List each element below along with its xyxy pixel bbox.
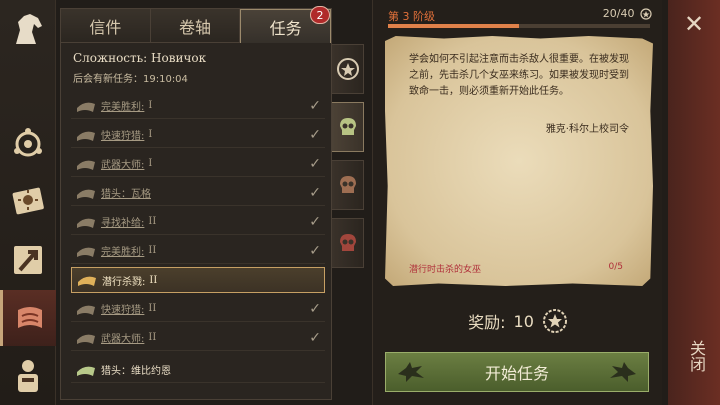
check-icon: ✓	[309, 242, 321, 259]
check-icon: ✓	[309, 329, 321, 346]
notification-badge: 2	[310, 6, 331, 24]
scroll-icon[interactable]	[0, 290, 56, 346]
scroll-icon	[77, 160, 95, 170]
check-icon: ✓	[309, 97, 321, 114]
stage-progress-bar	[388, 24, 650, 28]
quest-name: 快速狩猎:	[101, 131, 145, 142]
difficulty-label: Сложность: Новичок	[73, 51, 207, 65]
quest-name: 快速狩猎:	[101, 305, 145, 316]
briefing-parchment: 学会如何不引起注意而击杀敌人很重要。在被发现之前，先击杀几个女巫来练习。如果被发…	[385, 36, 653, 286]
scroll-icon	[77, 366, 95, 376]
left-sidebar	[0, 0, 56, 405]
check-icon: ✓	[309, 300, 321, 317]
quest-row[interactable]: 快速狩猎: I ✓	[71, 122, 325, 148]
close-icon[interactable]: ✕	[680, 10, 708, 38]
quest-name: 猎头：维比约恩	[101, 366, 171, 377]
tab-quests-label: 任务	[269, 18, 302, 38]
quest-row[interactable]: 寻找补给: II ✓	[71, 209, 325, 235]
tab-scrolls[interactable]: 卷轴	[150, 9, 241, 43]
start-quest-label: 开始任务	[484, 364, 549, 383]
quest-tier: I	[148, 100, 153, 111]
quest-tier: II	[148, 245, 157, 256]
quest-row[interactable]: 完美胜利: I ✓	[71, 93, 325, 119]
tab-letters[interactable]: 信件	[61, 9, 151, 43]
briefing-signature: 雅克·科尔上校司令	[545, 124, 629, 135]
stage-progress-fill	[388, 24, 519, 28]
horse-head-icon[interactable]	[4, 6, 52, 54]
quest-row[interactable]: 武器大师: II ✓	[71, 325, 325, 351]
scroll-icon	[77, 131, 95, 141]
check-icon: ✓	[309, 155, 321, 172]
raven-icon	[398, 362, 424, 382]
scroll-icon	[77, 334, 95, 344]
close-button[interactable]: 关闭	[684, 340, 708, 372]
quest-tier: I	[148, 129, 153, 140]
start-quest-button[interactable]: 开始任务	[385, 352, 649, 392]
scroll-icon	[77, 305, 95, 315]
star-badge-icon[interactable]	[332, 44, 364, 94]
check-icon: ✓	[309, 184, 321, 201]
quest-name: 武器大师:	[101, 334, 145, 345]
sun-book-icon[interactable]	[4, 176, 52, 224]
stage-label: 第 3 阶级	[388, 10, 435, 23]
quest-row[interactable]: 猎头：维比约恩	[71, 357, 325, 383]
skull-green-icon[interactable]	[332, 102, 364, 152]
check-icon: ✓	[309, 126, 321, 143]
map-arrow-icon[interactable]	[4, 236, 52, 284]
quest-row[interactable]: 猎头：瓦格 ✓	[71, 180, 325, 206]
reward-row: 奖励: 10	[373, 298, 663, 344]
quest-list-panel: 信件 卷轴 任务 2 Сложность: Новичок 后会有新任务：19:…	[60, 6, 332, 400]
panel-tabs: 信件 卷轴 任务 2	[61, 6, 332, 43]
quest-tier: II	[148, 303, 157, 314]
quest-tier: II	[148, 332, 157, 343]
quest-name: 寻找补给:	[101, 218, 145, 229]
stage-count: 20/40	[603, 7, 652, 20]
quest-row-selected[interactable]: 潜行杀戮: II	[71, 267, 325, 293]
scroll-icon	[78, 276, 96, 286]
reward-star-icon	[542, 309, 567, 333]
quest-tier: II	[148, 216, 157, 227]
quest-name: 完美胜利:	[101, 102, 145, 113]
quest-tier: I	[148, 158, 153, 169]
quest-name: 猎头：瓦格	[101, 189, 151, 200]
quest-name: 潜行杀戮:	[102, 276, 146, 288]
quest-tier: II	[149, 274, 158, 286]
character-icon[interactable]	[4, 352, 52, 400]
reward-value: 10	[513, 311, 534, 331]
quest-row[interactable]: 完美胜利: II ✓	[71, 238, 325, 264]
next-quest-timer: 后会有新任务：19:10:04	[73, 74, 188, 85]
scroll-icon	[77, 102, 95, 112]
close-strip: ✕ 关闭	[668, 0, 720, 405]
objective-text: 潜行时击杀的女巫	[409, 265, 482, 275]
star-coin-icon	[640, 8, 652, 20]
tab-quests[interactable]: 任务 2	[240, 6, 332, 43]
quest-detail-panel: 第 3 阶级 20/40 学会如何不引起注意而击杀敌人很重要。在被发现之前，先击…	[372, 0, 662, 405]
faction-emblem-icon[interactable]	[4, 120, 52, 168]
briefing-text: 学会如何不引起注意而击杀敌人很重要。在被发现之前，先击杀几个女巫来练习。如果被发…	[409, 54, 629, 97]
check-icon: ✓	[309, 213, 321, 230]
quest-row[interactable]: 武器大师: I ✓	[71, 151, 325, 177]
quest-row[interactable]: 快速狩猎: II ✓	[71, 296, 325, 322]
reward-label: 奖励:	[468, 313, 506, 332]
quest-list: 完美胜利: I ✓ 快速狩猎: I ✓ 武器大师: I ✓ 猎头：瓦格 ✓ 寻找…	[71, 93, 325, 399]
skull-brown-icon[interactable]	[332, 160, 364, 210]
quest-name: 武器大师:	[101, 160, 145, 171]
objective-count: 0/5	[608, 262, 623, 272]
skull-red-icon[interactable]	[332, 218, 364, 268]
stage-count-value: 20/40	[602, 7, 635, 20]
scroll-icon	[77, 247, 95, 257]
scroll-icon	[77, 218, 95, 228]
scroll-icon	[77, 189, 95, 199]
quest-name: 完美胜利:	[101, 247, 145, 258]
raven-icon	[610, 362, 636, 382]
